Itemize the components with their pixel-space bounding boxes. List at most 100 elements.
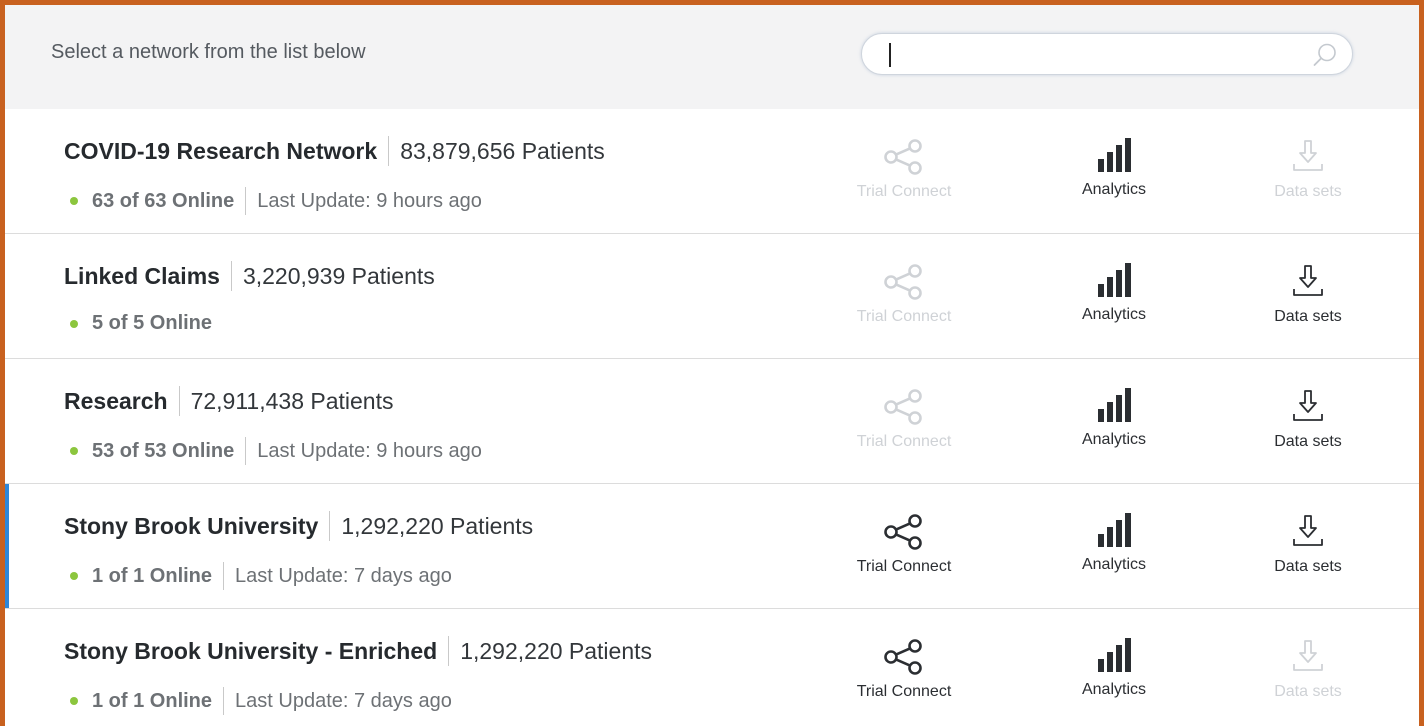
share-icon — [884, 639, 922, 675]
search-icon[interactable] — [1312, 42, 1338, 68]
network-title-line: Research 72,911,438 Patients — [64, 386, 393, 416]
network-title-line: Stony Brook University - Enriched 1,292,… — [64, 636, 652, 666]
analytics-label: Analytics — [1081, 306, 1147, 323]
analytics-label: Analytics — [1081, 181, 1147, 198]
network-name[interactable]: Research — [64, 388, 168, 415]
datasets-label: Data sets — [1274, 558, 1342, 575]
trial-connect-button[interactable]: Trial Connect — [824, 637, 984, 701]
network-title-line: COVID-19 Research Network 83,879,656 Pat… — [64, 136, 605, 166]
trial-connect-button: Trial Connect — [824, 137, 984, 201]
network-list: COVID-19 Research Network 83,879,656 Pat… — [5, 109, 1419, 726]
datasets-button[interactable]: Data sets — [1228, 512, 1388, 576]
datasets-button[interactable]: Data sets — [1228, 262, 1388, 326]
datasets-label: Data sets — [1274, 308, 1342, 325]
network-status-line: 1 of 1 Online Last Update: 7 days ago — [70, 687, 452, 715]
divider — [329, 511, 331, 541]
online-count: 63 of 63 Online — [92, 189, 235, 212]
trial-connect-label: Trial Connect — [856, 433, 952, 450]
online-status-dot — [70, 319, 78, 328]
divider — [388, 136, 390, 166]
online-count: 1 of 1 Online — [92, 689, 213, 712]
patient-count: 3,220,939 Patients — [242, 262, 435, 289]
trial-connect-label: Trial Connect — [856, 683, 952, 700]
divider — [448, 636, 450, 666]
analytics-label: Analytics — [1081, 556, 1147, 573]
divider — [178, 386, 180, 416]
bar-chart-icon — [1098, 388, 1131, 422]
instruction-text: Select a network from the list below — [51, 41, 366, 63]
datasets-button: Data sets — [1228, 137, 1388, 201]
download-icon — [1293, 265, 1323, 296]
patient-count: 1,292,220 Patients — [460, 637, 653, 664]
network-status-line: 53 of 53 Online Last Update: 9 hours ago — [70, 437, 482, 465]
download-icon — [1293, 640, 1323, 671]
analytics-label: Analytics — [1081, 431, 1147, 448]
last-update: Last Update: 7 days ago — [235, 689, 452, 712]
network-name[interactable]: Stony Brook University - Enriched — [64, 638, 437, 665]
network-selector-panel: Select a network from the list below COV… — [0, 0, 1424, 726]
patient-count: 1,292,220 Patients — [341, 512, 534, 539]
online-count: 1 of 1 Online — [92, 564, 213, 587]
last-update: Last Update: 7 days ago — [235, 564, 452, 587]
trial-connect-button: Trial Connect — [824, 387, 984, 451]
network-list-header: Select a network from the list below — [5, 5, 1419, 109]
last-update: Last Update: 9 hours ago — [257, 439, 482, 462]
download-icon — [1293, 515, 1323, 546]
share-icon — [884, 139, 922, 175]
datasets-label: Data sets — [1274, 433, 1342, 450]
analytics-button[interactable]: Analytics — [1034, 512, 1194, 574]
network-status-line: 5 of 5 Online — [70, 312, 212, 335]
divider — [223, 562, 225, 590]
analytics-button[interactable]: Analytics — [1034, 137, 1194, 199]
online-count: 53 of 53 Online — [92, 439, 235, 462]
analytics-button[interactable]: Analytics — [1034, 262, 1194, 324]
trial-connect-label: Trial Connect — [856, 183, 952, 200]
patient-count: 83,879,656 Patients — [400, 137, 605, 164]
online-status-dot — [70, 572, 78, 580]
trial-connect-label: Trial Connect — [856, 308, 952, 325]
analytics-button[interactable]: Analytics — [1034, 387, 1194, 449]
bar-chart-icon — [1098, 263, 1131, 297]
datasets-button: Data sets — [1228, 637, 1388, 701]
share-icon — [884, 389, 922, 425]
network-row[interactable]: COVID-19 Research Network 83,879,656 Pat… — [5, 109, 1419, 234]
online-status-dot — [70, 447, 78, 455]
divider — [230, 261, 232, 291]
network-name[interactable]: Linked Claims — [64, 263, 220, 290]
datasets-button[interactable]: Data sets — [1228, 387, 1388, 451]
download-icon — [1293, 390, 1323, 421]
share-icon — [884, 514, 922, 550]
divider — [245, 187, 247, 215]
network-row[interactable]: Stony Brook University 1,292,220 Patient… — [5, 484, 1419, 609]
analytics-button[interactable]: Analytics — [1034, 637, 1194, 699]
divider — [245, 437, 247, 465]
patient-count: 72,911,438 Patients — [190, 387, 394, 414]
text-caret — [889, 43, 891, 67]
network-status-line: 1 of 1 Online Last Update: 7 days ago — [70, 562, 452, 590]
online-status-dot — [70, 697, 78, 705]
network-status-line: 63 of 63 Online Last Update: 9 hours ago — [70, 187, 482, 215]
network-row[interactable]: Research 72,911,438 Patients 53 of 53 On… — [5, 359, 1419, 484]
trial-connect-label: Trial Connect — [856, 558, 952, 575]
download-icon — [1293, 140, 1323, 171]
online-status-dot — [70, 197, 78, 205]
network-row[interactable]: Stony Brook University - Enriched 1,292,… — [5, 609, 1419, 726]
network-title-line: Linked Claims 3,220,939 Patients — [64, 261, 435, 291]
analytics-label: Analytics — [1081, 681, 1147, 698]
bar-chart-icon — [1098, 513, 1131, 547]
divider — [223, 687, 225, 715]
network-name[interactable]: Stony Brook University — [64, 513, 318, 540]
search-input[interactable] — [884, 40, 1298, 70]
online-count: 5 of 5 Online — [92, 312, 213, 334]
search-box[interactable] — [861, 33, 1353, 75]
bar-chart-icon — [1098, 138, 1131, 172]
share-icon — [884, 264, 922, 300]
trial-connect-button[interactable]: Trial Connect — [824, 512, 984, 576]
bar-chart-icon — [1098, 638, 1131, 672]
network-name[interactable]: COVID-19 Research Network — [64, 138, 377, 165]
datasets-label: Data sets — [1274, 683, 1342, 700]
trial-connect-button: Trial Connect — [824, 262, 984, 326]
network-title-line: Stony Brook University 1,292,220 Patient… — [64, 511, 533, 541]
last-update: Last Update: 9 hours ago — [257, 189, 482, 212]
network-row[interactable]: Linked Claims 3,220,939 Patients 5 of 5 … — [5, 234, 1419, 359]
